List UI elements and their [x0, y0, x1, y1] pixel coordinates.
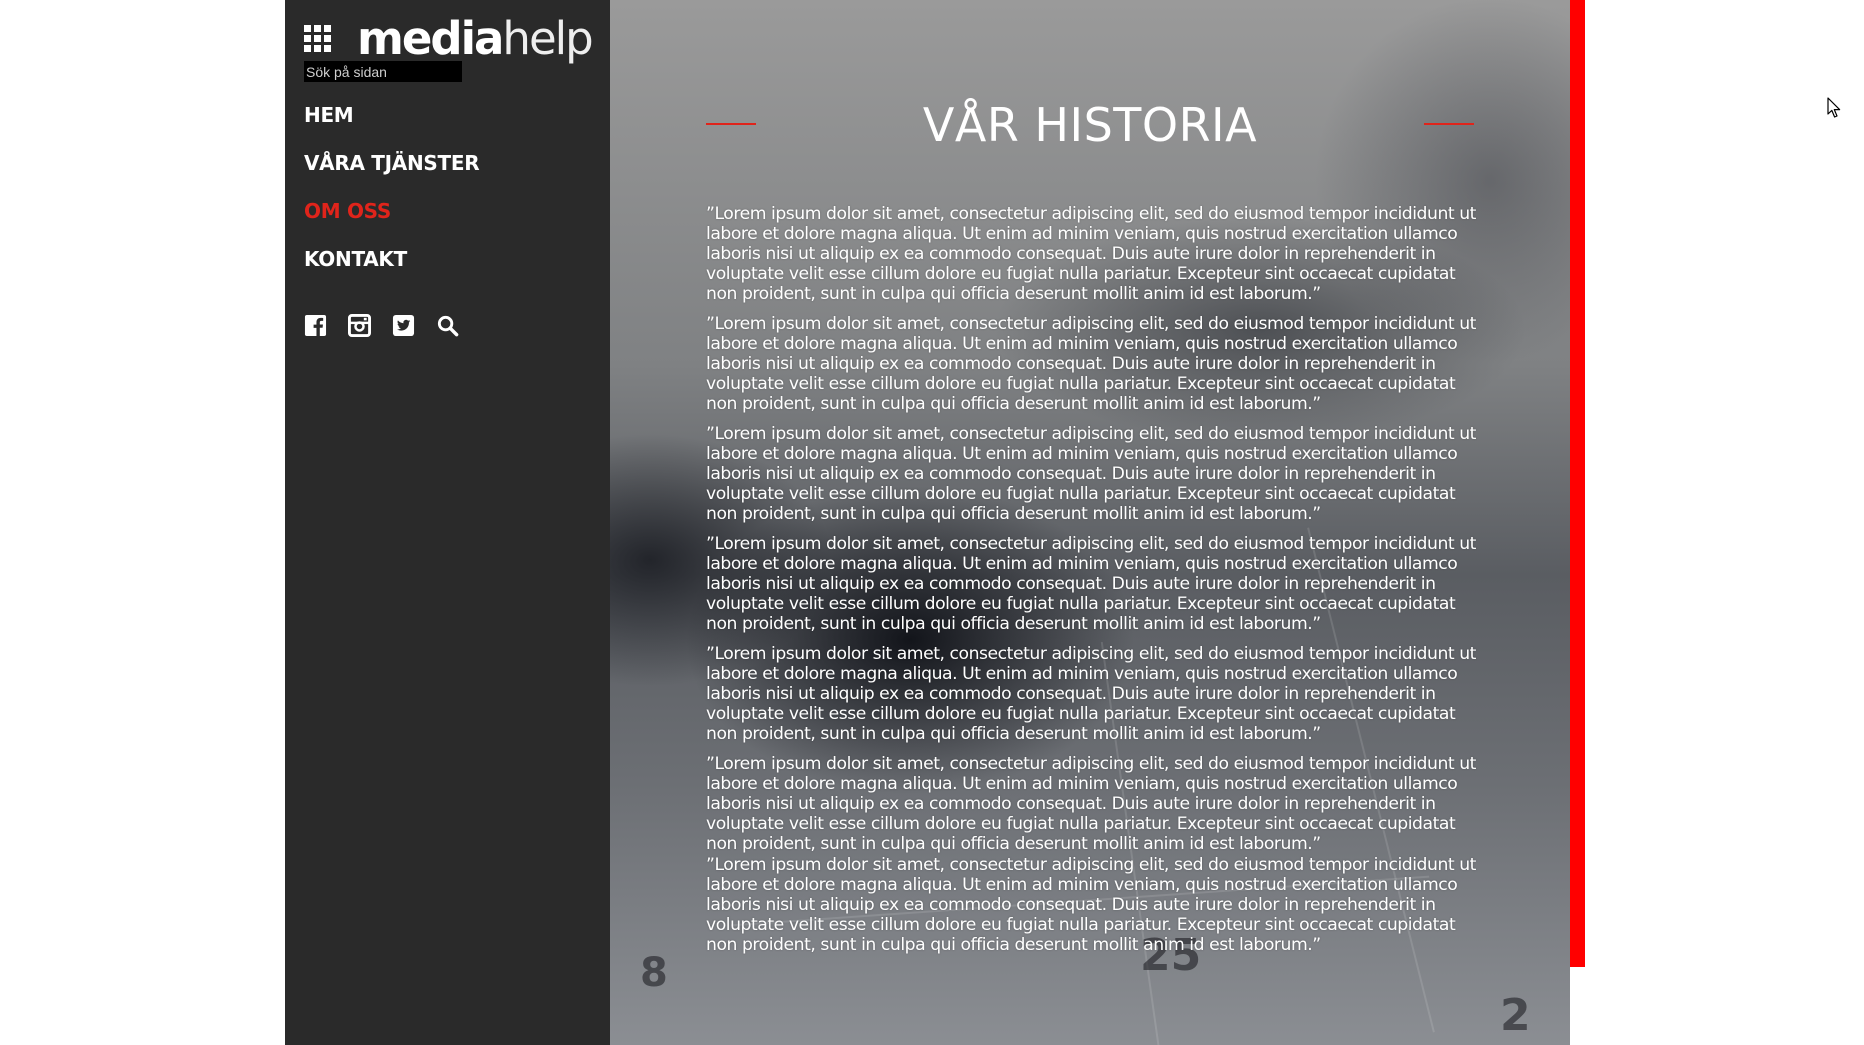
page-title: VÅR HISTORIA — [922, 98, 1258, 152]
sidebar: mediahelp HEM VÅRA TJÄNSTER OM OSS KONTA… — [285, 0, 610, 1045]
logo[interactable]: mediahelp — [357, 16, 594, 61]
paragraph: ”Lorem ipsum dolor sit amet, consectetur… — [706, 534, 1476, 634]
main-nav: HEM VÅRA TJÄNSTER OM OSS KONTAKT — [304, 100, 480, 292]
facebook-icon[interactable] — [304, 314, 327, 337]
brand: mediahelp — [304, 16, 594, 61]
paragraph: ”Lorem ipsum dolor sit amet, consectetur… — [706, 424, 1476, 524]
page: mediahelp HEM VÅRA TJÄNSTER OM OSS KONTA… — [0, 0, 1864, 1045]
mouse-cursor-icon — [1827, 97, 1841, 118]
paragraph: ”Lorem ipsum dolor sit amet, consectetur… — [706, 855, 1476, 955]
background-photo-digit: 2 — [1500, 990, 1531, 1041]
nav-item-hem[interactable]: HEM — [304, 100, 479, 148]
nav-item-om-oss[interactable]: OM OSS — [304, 196, 479, 244]
history-text: ”Lorem ipsum dolor sit amet, consectetur… — [706, 204, 1478, 965]
page-heading: VÅR HISTORIA — [706, 92, 1474, 162]
instagram-icon[interactable] — [348, 314, 371, 337]
apps-grid-icon[interactable] — [304, 25, 331, 52]
heading-rule-right — [1424, 123, 1474, 125]
paragraph: ”Lorem ipsum dolor sit amet, consectetur… — [706, 314, 1476, 414]
social-links — [304, 314, 459, 337]
logo-bold-part: media — [357, 12, 504, 65]
paragraph: ”Lorem ipsum dolor sit amet, consectetur… — [706, 644, 1476, 744]
background-photo-digit: 8 — [640, 950, 668, 996]
nav-item-kontakt[interactable]: KONTAKT — [304, 244, 479, 292]
search-icon[interactable] — [436, 314, 459, 337]
paragraph: ”Lorem ipsum dolor sit amet, consectetur… — [706, 204, 1476, 304]
main-content: 8 25 2 VÅR HISTORIA ”Lorem ipsum dolor s… — [610, 0, 1570, 1045]
nav-item-vara-tjanster[interactable]: VÅRA TJÄNSTER — [304, 148, 480, 196]
site-search-input[interactable] — [304, 61, 462, 82]
twitter-icon[interactable] — [392, 314, 415, 337]
logo-light-part: help — [502, 12, 593, 65]
accent-red-bar — [1570, 0, 1585, 967]
paragraph: ”Lorem ipsum dolor sit amet, consectetur… — [706, 754, 1476, 854]
